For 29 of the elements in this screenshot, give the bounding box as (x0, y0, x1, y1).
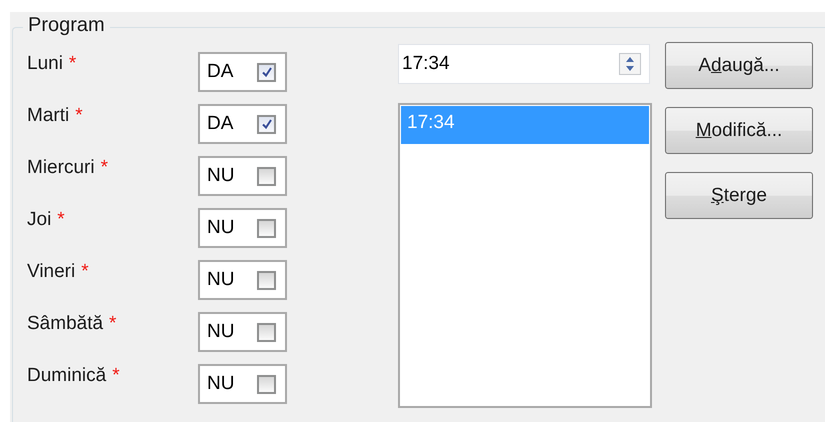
day-label: Vineri (27, 261, 76, 283)
required-mark: * (81, 261, 89, 283)
spinner-icon[interactable] (619, 53, 641, 75)
group-title: Program (23, 14, 110, 37)
day-label: Luni (27, 53, 63, 75)
required-mark: * (68, 53, 76, 75)
required-mark: * (109, 313, 116, 335)
day-label: Joi (27, 209, 52, 231)
action-button[interactable]: Şterge (665, 172, 813, 219)
day-label: Duminică (27, 365, 106, 387)
day-toggle[interactable]: NU (198, 312, 287, 352)
checkmark-icon (260, 66, 272, 78)
day-toggle[interactable]: DA (198, 104, 287, 144)
day-toggle[interactable]: DA (198, 52, 287, 92)
action-button[interactable]: Modifică... (665, 107, 813, 154)
day-toggle[interactable]: NU (198, 156, 287, 196)
day-toggle[interactable]: NU (198, 208, 287, 248)
required-mark: * (112, 365, 120, 387)
day-label: Marti (27, 105, 70, 127)
required-mark: * (75, 105, 83, 127)
checkmark-icon (260, 118, 272, 130)
day-label: Miercuri (27, 157, 95, 179)
action-button[interactable]: Adaugă... (665, 42, 813, 89)
required-mark: * (100, 157, 108, 179)
day-label: Sâmbătă (27, 313, 104, 335)
required-mark: * (57, 209, 65, 231)
time-field[interactable]: 17:34 (398, 44, 650, 84)
day-toggle[interactable]: NU (198, 260, 287, 300)
day-toggle[interactable]: NU (198, 364, 287, 404)
